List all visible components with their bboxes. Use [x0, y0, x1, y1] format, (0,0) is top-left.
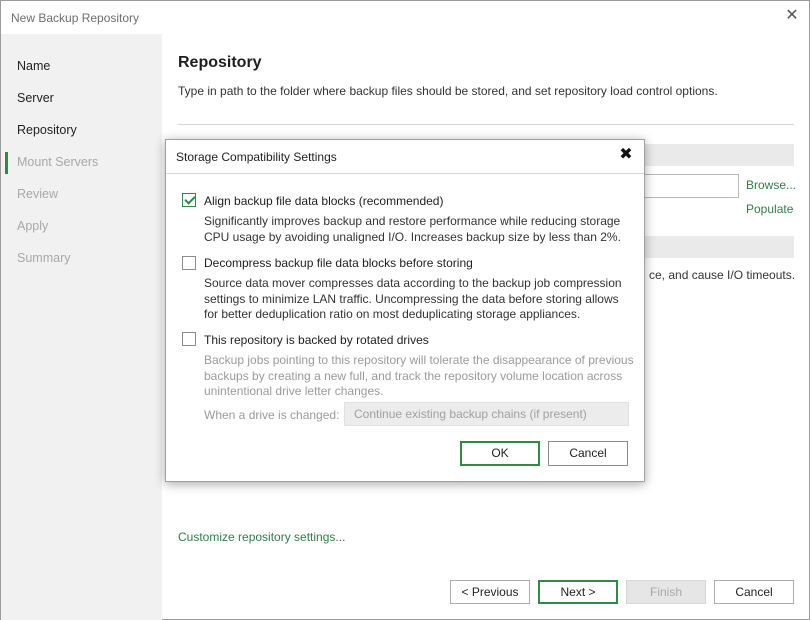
title-bar: New Backup Repository ✕: [1, 1, 809, 34]
browse-link[interactable]: Browse...: [746, 178, 796, 192]
decompress-blocks-checkbox[interactable]: [182, 256, 196, 270]
dialog-title: Storage Compatibility Settings: [176, 150, 337, 164]
next-button[interactable]: Next >: [538, 580, 618, 604]
window-close-icon[interactable]: ✕: [783, 7, 801, 25]
previous-button[interactable]: < Previous: [450, 580, 530, 604]
step-summary: Summary: [17, 251, 71, 265]
step-repository[interactable]: Repository: [17, 123, 77, 137]
repository-path-input[interactable]: [632, 174, 739, 198]
dialog-cancel-button[interactable]: Cancel: [548, 441, 628, 466]
align-blocks-checkbox[interactable]: [182, 193, 196, 207]
align-blocks-description: Significantly improves backup and restor…: [204, 214, 621, 244]
decompress-blocks-description: Source data mover compresses data accord…: [204, 276, 622, 321]
populate-link[interactable]: Populate: [746, 202, 793, 216]
step-review: Review: [17, 187, 58, 201]
header-divider: [178, 124, 794, 125]
dialog-title-separator: [166, 173, 644, 174]
decompress-blocks-label[interactable]: Decompress backup file data blocks befor…: [204, 256, 473, 270]
page-title: Repository: [178, 54, 262, 71]
dialog-ok-button[interactable]: OK: [460, 441, 540, 466]
rotated-drives-checkbox[interactable]: [182, 332, 196, 346]
rotated-drives-description: Backup jobs pointing to this repository …: [204, 353, 634, 398]
align-blocks-label[interactable]: Align backup file data blocks (recommend…: [204, 194, 443, 208]
page-description: Type in path to the folder where backup …: [178, 84, 718, 98]
step-mount-servers: Mount Servers: [17, 155, 99, 169]
step-server[interactable]: Server: [17, 91, 54, 105]
customize-repository-settings-link[interactable]: Customize repository settings...: [178, 530, 345, 544]
load-control-hint-text: ce, and cause I/O timeouts.: [649, 268, 796, 282]
step-apply: Apply: [17, 219, 49, 233]
section-header-band: [632, 144, 794, 166]
wizard-steps-sidebar: Name Server Repository Mount Servers Rev…: [1, 34, 162, 620]
dialog-close-icon[interactable]: ✖: [616, 145, 636, 165]
finish-button: Finish: [626, 580, 706, 604]
rotated-drives-label[interactable]: This repository is backed by rotated dri…: [204, 333, 429, 347]
storage-compatibility-dialog: Storage Compatibility Settings ✖ Align b…: [165, 139, 645, 482]
current-step-marker: [5, 152, 8, 174]
step-name[interactable]: Name: [17, 59, 50, 73]
cancel-button[interactable]: Cancel: [714, 580, 794, 604]
drive-change-label: When a drive is changed:: [204, 408, 340, 422]
window-title: New Backup Repository: [11, 11, 140, 25]
drive-change-select: Continue existing backup chains (if pres…: [344, 402, 629, 426]
load-control-header-band: [632, 236, 794, 258]
